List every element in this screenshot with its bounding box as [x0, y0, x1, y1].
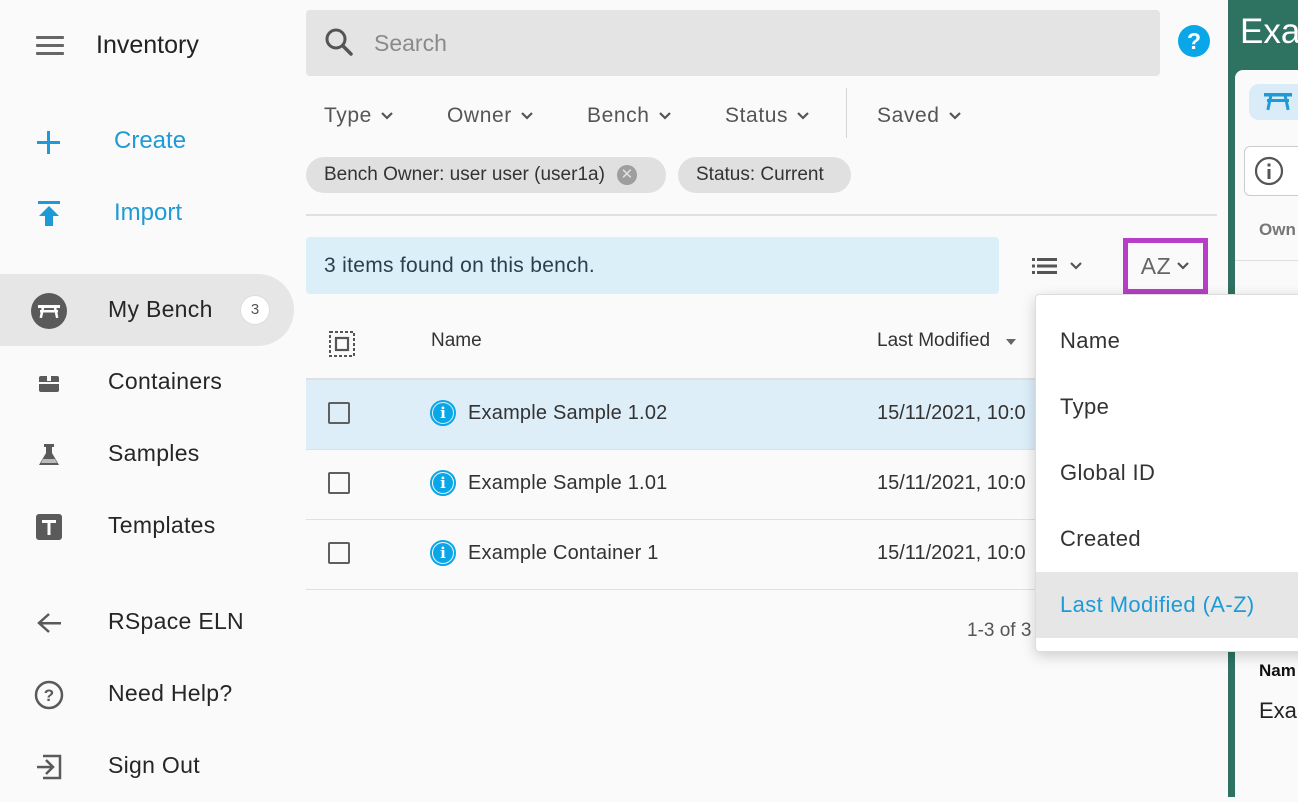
chevron-down-icon	[948, 112, 961, 120]
chip-bench-owner[interactable]: Bench Owner: user user (user1a) ✕	[306, 157, 666, 193]
owner-label: Own	[1259, 220, 1296, 239]
container-icon	[30, 364, 68, 402]
filter-owner[interactable]: Owner	[447, 100, 534, 132]
name-field-label: Nam	[1259, 661, 1296, 680]
bench-icon	[30, 292, 68, 330]
info-outline-icon	[1254, 156, 1284, 186]
svg-text:?: ?	[44, 686, 54, 705]
column-header-label: Last Modified	[877, 330, 991, 351]
select-all-icon[interactable]	[328, 330, 356, 358]
filter-divider	[846, 88, 847, 138]
sidebar-item-rspace-eln[interactable]: RSpace ELN	[0, 586, 294, 658]
sidebar-item-containers[interactable]: Containers	[0, 346, 294, 418]
hamburger-menu-icon[interactable]	[36, 36, 64, 56]
chevron-down-icon	[1177, 262, 1189, 270]
bench-count-badge: 3	[240, 295, 270, 325]
sort-option-global-id[interactable]: Global ID	[1036, 440, 1298, 506]
divider	[306, 214, 1217, 216]
chevron-down-icon	[381, 112, 393, 120]
sort-option-last-modified[interactable]: Last Modified (A-Z)	[1036, 572, 1298, 638]
item-name-link[interactable]: Example Sample 1.02	[468, 402, 667, 425]
sort-button[interactable]: AZ	[1123, 238, 1208, 294]
filter-label: Status	[725, 104, 789, 127]
sort-option-type[interactable]: Type	[1036, 374, 1298, 440]
chevron-down-icon	[797, 112, 809, 120]
chip-status[interactable]: Status: Current	[678, 157, 851, 193]
column-header-name[interactable]: Name	[431, 330, 482, 352]
item-modified: 15/11/2021, 10:0	[877, 402, 1026, 424]
help-circle-icon: ?	[30, 676, 68, 714]
sidebar-item-label: My Bench	[108, 296, 213, 322]
sign-out-icon	[30, 748, 68, 786]
filter-label: Owner	[447, 104, 512, 127]
import-icon	[38, 201, 60, 226]
sidebar-item-label: Sign Out	[108, 752, 200, 778]
help-button[interactable]: ?	[1178, 25, 1210, 57]
item-name-link[interactable]: Example Sample 1.01	[468, 472, 667, 495]
sidebar-item-label: Templates	[108, 512, 216, 538]
filter-type[interactable]: Type	[324, 100, 394, 132]
item-modified: 15/11/2021, 10:0	[877, 472, 1026, 494]
flask-icon	[30, 436, 68, 474]
sidebar-item-label: RSpace ELN	[108, 608, 244, 634]
search-input[interactable]	[372, 24, 1136, 62]
filter-bench[interactable]: Bench	[587, 100, 672, 132]
sort-menu: Name Type Global ID Created Last Modifie…	[1035, 294, 1298, 652]
list-view-icon	[1032, 258, 1057, 274]
divider	[1235, 260, 1298, 261]
search-bar[interactable]	[306, 10, 1160, 76]
bench-chip[interactable]	[1249, 84, 1298, 120]
row-checkbox[interactable]	[328, 402, 350, 424]
import-label: Import	[114, 199, 183, 226]
filter-status[interactable]: Status	[725, 100, 810, 132]
bench-icon	[1264, 92, 1292, 111]
chevron-down-icon	[521, 112, 533, 120]
sidebar-item-sign-out[interactable]: Sign Out	[0, 730, 294, 802]
search-icon	[325, 28, 353, 56]
sidebar-item-samples[interactable]: Samples	[0, 418, 294, 490]
chevron-down-icon	[658, 112, 671, 120]
item-modified: 15/11/2021, 10:0	[877, 542, 1026, 564]
create-label: Create	[114, 127, 187, 154]
sidebar-item-need-help[interactable]: ? Need Help?	[0, 658, 294, 730]
sidebar: Inventory Create Import My Bench 3 Conta…	[0, 0, 300, 797]
row-checkbox[interactable]	[328, 472, 350, 494]
sort-option-created[interactable]: Created	[1036, 506, 1298, 572]
import-button[interactable]: Import	[0, 186, 300, 242]
detail-title: Exa	[1240, 12, 1298, 51]
results-banner: 3 items found on this bench.	[306, 237, 999, 294]
filter-label: Saved	[877, 104, 940, 127]
sidebar-item-label: Samples	[108, 440, 200, 466]
chip-remove-icon[interactable]: ✕	[616, 165, 637, 185]
name-field-value: Exa	[1259, 698, 1297, 723]
sidebar-item-label: Need Help?	[108, 680, 233, 706]
template-icon	[30, 508, 68, 546]
create-button[interactable]: Create	[0, 114, 300, 170]
sidebar-item-templates[interactable]: Templates	[0, 490, 294, 562]
detail-info-box[interactable]	[1244, 146, 1298, 196]
sort-label: AZ	[1140, 252, 1172, 279]
info-icon[interactable]: i	[430, 470, 456, 496]
chevron-down-icon	[1070, 262, 1082, 270]
row-checkbox[interactable]	[328, 542, 350, 564]
info-icon[interactable]: i	[430, 400, 456, 426]
view-mode-button[interactable]	[1028, 250, 1092, 282]
filter-label: Type	[324, 104, 372, 127]
plus-icon	[37, 131, 60, 154]
pagination-text: 1-3 of 3	[967, 620, 1032, 641]
item-name-link[interactable]: Example Container 1	[468, 542, 659, 565]
chip-label: Bench Owner: user user (user1a)	[324, 164, 605, 185]
app-title: Inventory	[96, 31, 199, 59]
filter-label: Bench	[587, 104, 650, 127]
sidebar-item-label: Containers	[108, 368, 223, 394]
info-icon[interactable]: i	[430, 540, 456, 566]
sort-desc-icon	[1006, 339, 1017, 345]
filter-saved[interactable]: Saved	[877, 100, 962, 132]
sidebar-item-my-bench[interactable]: My Bench 3	[0, 274, 294, 346]
sort-option-name[interactable]: Name	[1036, 308, 1298, 374]
column-header-last-modified[interactable]: Last Modified	[877, 330, 1017, 352]
arrow-left-icon	[30, 604, 68, 642]
chip-label: Status: Current	[696, 164, 824, 185]
